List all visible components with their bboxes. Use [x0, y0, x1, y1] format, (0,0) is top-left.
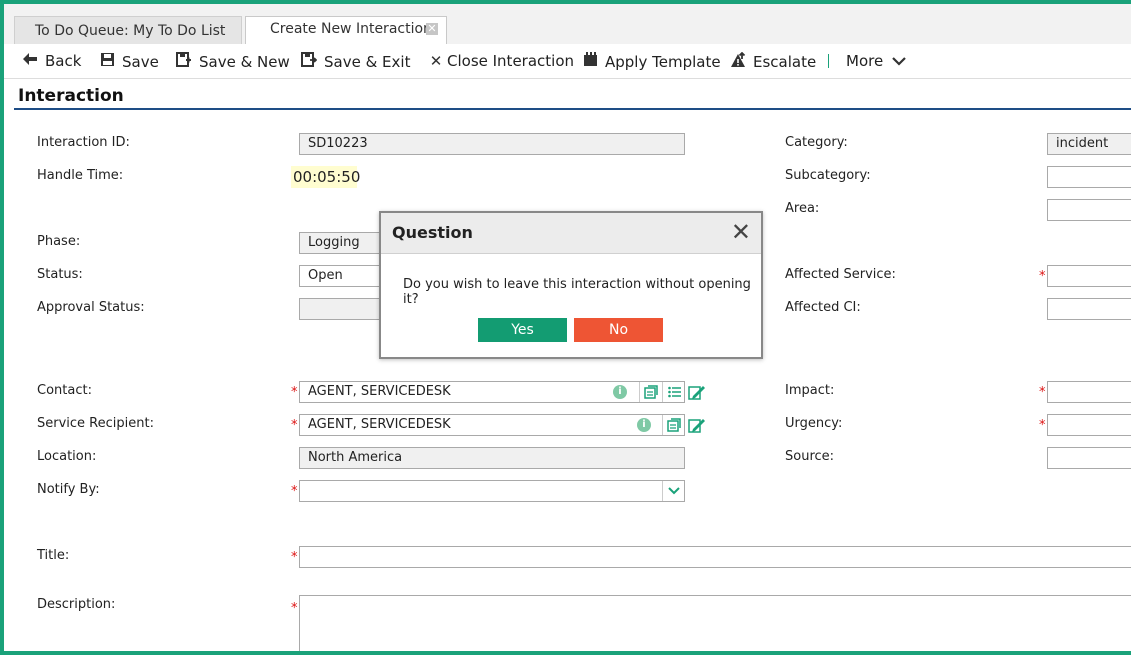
subcategory-label: Subcategory:	[785, 168, 871, 183]
affected-ci-label: Affected CI:	[785, 300, 861, 315]
back-button[interactable]: Back	[22, 52, 81, 70]
no-button[interactable]: No	[574, 318, 663, 342]
back-arrow-icon	[22, 52, 38, 70]
affected-service-field[interactable]	[1047, 265, 1131, 287]
escalate-button[interactable]: Escalate	[730, 51, 816, 72]
status-label: Status:	[37, 267, 83, 282]
toolbar-divider	[828, 54, 829, 68]
save-button[interactable]: Save	[99, 52, 159, 71]
close-interaction-button[interactable]: ✕ Close Interaction	[428, 52, 574, 70]
urgency-field[interactable]	[1047, 414, 1131, 436]
interaction-id-field: SD10223	[299, 133, 685, 155]
template-icon	[582, 52, 598, 71]
urgency-label: Urgency:	[785, 416, 843, 431]
info-icon[interactable]: i	[609, 381, 631, 403]
area-label: Area:	[785, 201, 820, 216]
close-x-icon: ✕	[429, 52, 443, 70]
save-exit-button[interactable]: Save & Exit	[301, 52, 410, 71]
form-detail-icon[interactable]	[640, 381, 662, 403]
description-label: Description:	[37, 597, 116, 612]
tab-bar: To Do Queue: My To Do List Create New In…	[4, 4, 1131, 45]
approval-status-label: Approval Status:	[37, 300, 145, 315]
close-tab-icon[interactable]: ✕	[426, 23, 438, 35]
info-icon[interactable]: i	[633, 414, 655, 436]
escalate-icon	[730, 51, 746, 72]
interaction-id-label: Interaction ID:	[37, 135, 130, 150]
required-mark: *	[1039, 385, 1046, 400]
question-dialog: Question ✕ Do you wish to leave this int…	[379, 211, 763, 359]
phase-label: Phase:	[37, 234, 81, 249]
source-field[interactable]	[1047, 447, 1131, 469]
impact-label: Impact:	[785, 383, 835, 398]
list-icon[interactable]	[663, 381, 685, 403]
form-detail-icon[interactable]	[663, 414, 685, 436]
title-field[interactable]	[299, 546, 1131, 568]
category-field: incident	[1047, 133, 1131, 155]
edit-contact-icon[interactable]	[686, 381, 708, 403]
title-label: Title:	[37, 548, 70, 563]
more-button[interactable]: More	[846, 52, 906, 70]
description-field[interactable]	[299, 595, 1131, 655]
notify-by-select[interactable]	[299, 480, 685, 502]
toolbar: Back Save Save & New Save & Exit ✕ Close …	[4, 44, 1131, 79]
required-mark: *	[1039, 418, 1046, 433]
tab-create-interaction[interactable]: Create New Interaction ✕	[245, 16, 447, 45]
affected-ci-field[interactable]	[1047, 298, 1131, 320]
section-title: Interaction	[18, 86, 124, 106]
apply-template-button[interactable]: Apply Template	[582, 52, 721, 71]
affected-service-label: Affected Service:	[785, 267, 896, 282]
required-mark: *	[291, 601, 298, 616]
subcategory-field[interactable]	[1047, 166, 1131, 188]
dialog-header: Question ✕	[381, 213, 761, 254]
location-field: North America	[299, 447, 685, 469]
dropdown-chevron-icon[interactable]	[663, 480, 685, 502]
source-label: Source:	[785, 449, 835, 464]
dialog-message: Do you wish to leave this interaction wi…	[403, 277, 751, 307]
area-field[interactable]	[1047, 199, 1131, 221]
section-divider	[14, 108, 1131, 110]
tab-todo-queue[interactable]: To Do Queue: My To Do List	[14, 16, 242, 44]
save-new-button[interactable]: Save & New	[176, 52, 290, 71]
category-label: Category:	[785, 135, 848, 150]
service-recipient-label: Service Recipient:	[37, 416, 154, 431]
required-mark: *	[1039, 269, 1046, 284]
edit-recipient-icon[interactable]	[686, 414, 708, 436]
handle-time-label: Handle Time:	[37, 168, 124, 183]
required-mark: *	[291, 385, 298, 400]
yes-button[interactable]: Yes	[478, 318, 567, 342]
close-icon[interactable]: ✕	[731, 219, 751, 245]
service-recipient-field[interactable]: AGENT, SERVICEDESK	[299, 414, 685, 436]
save-exit-icon	[301, 52, 318, 71]
dialog-title: Question	[392, 223, 473, 242]
handle-time-value: 00:05:50	[291, 166, 361, 188]
save-new-icon	[176, 52, 192, 71]
floppy-icon	[99, 52, 115, 71]
impact-field[interactable]	[1047, 381, 1131, 403]
required-mark: *	[291, 484, 298, 499]
required-mark: *	[291, 418, 298, 433]
tab-label: Create New Interaction	[270, 21, 432, 37]
location-label: Location:	[37, 449, 97, 464]
chevron-down-icon	[892, 52, 906, 70]
contact-label: Contact:	[37, 383, 92, 398]
notify-by-label: Notify By:	[37, 482, 100, 497]
required-mark: *	[291, 550, 298, 565]
